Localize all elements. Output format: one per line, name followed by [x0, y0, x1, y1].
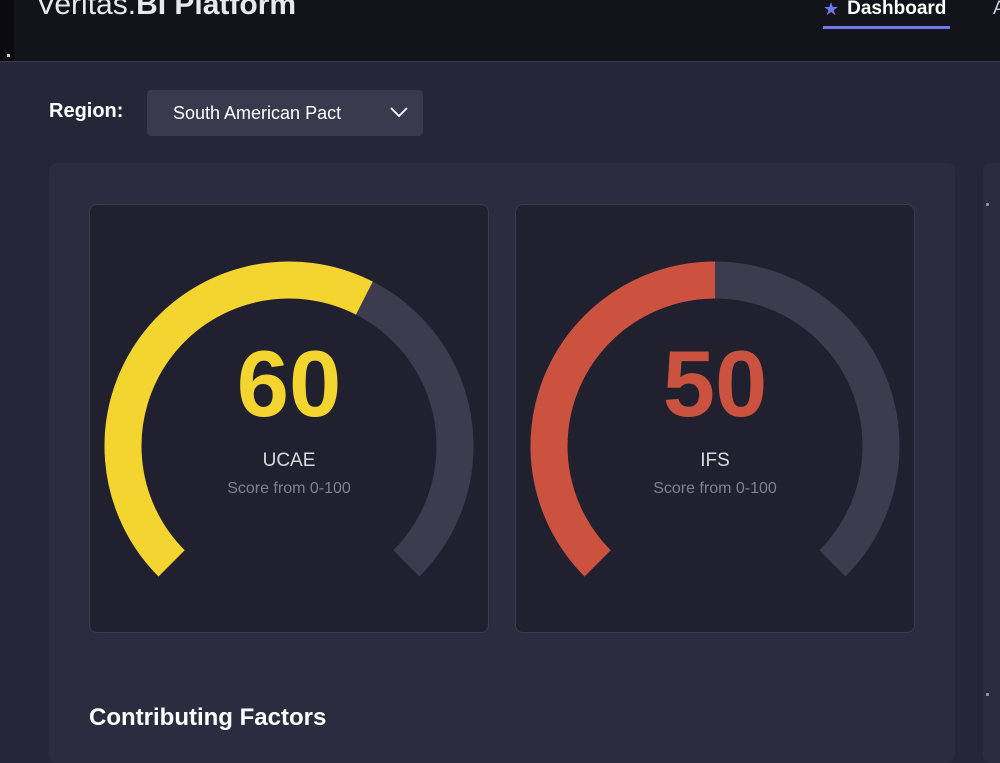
- star-icon: ★: [823, 0, 840, 19]
- window-edge: [0, 0, 14, 61]
- region-label: Region:: [49, 100, 124, 122]
- brand-name: BI Platform: [136, 0, 297, 21]
- tab-dashboard-label: Dashboard: [847, 0, 947, 19]
- side-marker: [986, 203, 989, 206]
- gauge-name: IFS: [700, 450, 730, 471]
- gauge-name: UCAE: [262, 450, 316, 471]
- side-marker: [986, 693, 989, 696]
- tab-dashboard[interactable]: ★ Dashboard: [823, 0, 951, 29]
- tab-next[interactable]: A: [993, 0, 1000, 22]
- contributing-factors-title: Contributing Factors: [89, 704, 327, 731]
- window-marker: [7, 54, 10, 57]
- brand-prefix: Veritas.: [36, 0, 137, 21]
- region-select[interactable]: South American Pact: [147, 90, 423, 136]
- gauge-value: 50: [662, 331, 768, 436]
- gauge-card-ucae: 60 UCAE Score from 0-100: [89, 204, 489, 633]
- region-select-value: South American Pact: [173, 103, 342, 123]
- side-panel: [983, 163, 1000, 763]
- gauge-subtitle: Score from 0-100: [227, 480, 351, 497]
- top-bar: Veritas.BI Platform ★ Dashboard A: [0, 0, 1000, 62]
- app-brand: Veritas.BI Platform: [36, 0, 296, 22]
- gauge-value: 60: [236, 331, 342, 436]
- gauge-subtitle: Score from 0-100: [653, 480, 777, 497]
- chevron-down-icon: [390, 107, 408, 118]
- gauge-card-ifs: 50 IFS Score from 0-100: [515, 204, 915, 633]
